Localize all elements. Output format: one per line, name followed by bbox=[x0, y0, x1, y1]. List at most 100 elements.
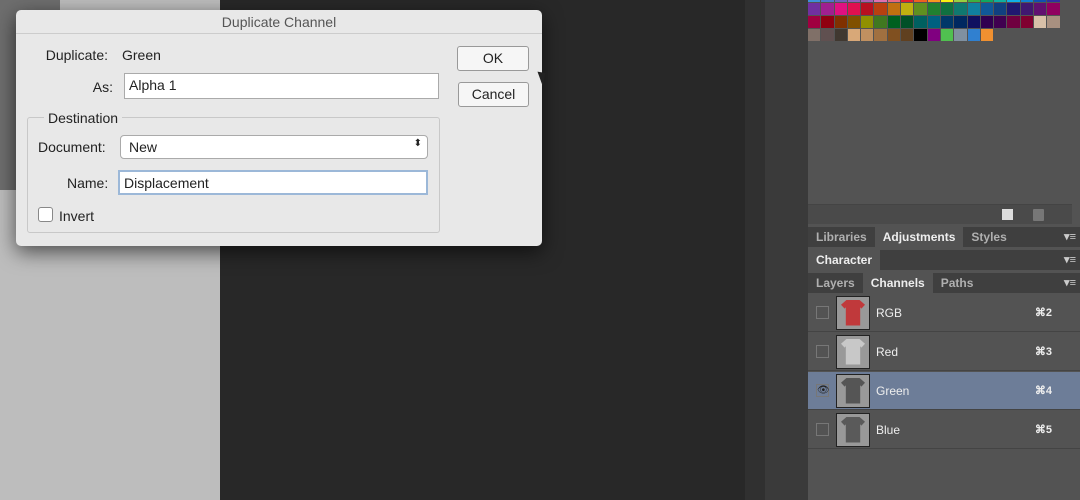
swatch[interactable] bbox=[1007, 3, 1020, 15]
channel-row-rgb[interactable]: RGB ⌘2 bbox=[808, 294, 1080, 332]
swatch[interactable] bbox=[874, 29, 887, 41]
swatch[interactable] bbox=[821, 0, 834, 2]
swatch[interactable] bbox=[954, 0, 967, 2]
swatch[interactable] bbox=[1034, 0, 1047, 2]
swatch[interactable] bbox=[1047, 3, 1060, 15]
tab-layers[interactable]: Layers bbox=[808, 273, 863, 293]
cancel-button[interactable]: Cancel bbox=[458, 82, 529, 107]
swatch[interactable] bbox=[861, 16, 874, 28]
tab-paths[interactable]: Paths bbox=[933, 273, 982, 293]
as-input[interactable]: Alpha 1 bbox=[124, 73, 439, 99]
swatch[interactable] bbox=[927, 29, 940, 41]
swatch[interactable] bbox=[834, 3, 847, 15]
ok-button[interactable]: OK bbox=[457, 46, 529, 71]
visibility-toggle[interactable] bbox=[816, 345, 829, 358]
swatch[interactable] bbox=[1020, 16, 1034, 28]
swatch[interactable] bbox=[901, 3, 914, 15]
swatch[interactable] bbox=[901, 16, 914, 28]
swatch[interactable] bbox=[940, 29, 954, 41]
swatch[interactable] bbox=[994, 0, 1007, 2]
scrollbar[interactable] bbox=[745, 0, 765, 500]
swatch[interactable] bbox=[980, 29, 994, 41]
panel-menu-icon[interactable]: ▾≡ bbox=[1064, 253, 1076, 266]
swatch[interactable] bbox=[1034, 16, 1047, 28]
swatch[interactable] bbox=[821, 29, 834, 41]
tab-styles[interactable]: Styles bbox=[963, 227, 1014, 247]
swatch[interactable] bbox=[967, 3, 980, 15]
swatch[interactable] bbox=[927, 3, 940, 15]
swatch[interactable] bbox=[847, 29, 861, 41]
swatch[interactable] bbox=[1020, 3, 1034, 15]
swatch[interactable] bbox=[980, 3, 994, 15]
swatch[interactable] bbox=[874, 3, 887, 15]
swatch[interactable] bbox=[808, 3, 821, 15]
name-input[interactable]: Displacement bbox=[118, 170, 428, 195]
swatch[interactable] bbox=[808, 0, 821, 2]
swatch[interactable] bbox=[821, 3, 834, 15]
swatch[interactable] bbox=[834, 0, 847, 2]
swatch[interactable] bbox=[927, 0, 940, 2]
channel-row-red[interactable]: Red ⌘3 bbox=[808, 333, 1080, 371]
swatch[interactable] bbox=[901, 0, 914, 2]
swatch[interactable] bbox=[887, 29, 901, 41]
swatch[interactable] bbox=[927, 16, 940, 28]
swatch[interactable] bbox=[914, 16, 927, 28]
swatch[interactable] bbox=[914, 0, 927, 2]
swatch[interactable] bbox=[954, 3, 967, 15]
swatch[interactable] bbox=[1047, 0, 1060, 2]
swatch[interactable] bbox=[874, 0, 887, 2]
swatch[interactable] bbox=[940, 0, 954, 2]
destination-label: Destination bbox=[44, 110, 123, 126]
channel-row-blue[interactable]: Blue ⌘5 bbox=[808, 411, 1080, 449]
channel-name: Red bbox=[876, 344, 899, 359]
tab-character[interactable]: Character bbox=[808, 250, 881, 270]
tab-libraries[interactable]: Libraries bbox=[808, 227, 875, 247]
swatch[interactable] bbox=[861, 3, 874, 15]
swatch[interactable] bbox=[967, 29, 980, 41]
panel-menu-icon[interactable]: ▾≡ bbox=[1064, 276, 1076, 289]
visibility-toggle[interactable] bbox=[816, 423, 829, 436]
swatch[interactable] bbox=[967, 0, 980, 2]
swatch[interactable] bbox=[887, 16, 901, 28]
document-select[interactable]: New ⬍ bbox=[120, 135, 428, 159]
swatch[interactable] bbox=[861, 29, 874, 41]
swatch[interactable] bbox=[1007, 0, 1020, 2]
panel-menu-icon[interactable]: ▾≡ bbox=[1064, 230, 1076, 243]
swatch[interactable] bbox=[901, 29, 914, 41]
swatch[interactable] bbox=[887, 0, 901, 2]
eye-icon[interactable]: 👁 bbox=[816, 384, 830, 397]
swatch[interactable] bbox=[994, 3, 1007, 15]
new-swatch-icon[interactable] bbox=[1002, 209, 1013, 220]
swatch[interactable] bbox=[847, 0, 861, 2]
invert-checkbox[interactable] bbox=[38, 207, 53, 222]
swatch[interactable] bbox=[821, 16, 834, 28]
swatch[interactable] bbox=[980, 16, 994, 28]
swatch[interactable] bbox=[994, 16, 1007, 28]
swatch[interactable] bbox=[834, 16, 847, 28]
swatch[interactable] bbox=[940, 16, 954, 28]
swatch[interactable] bbox=[1047, 16, 1060, 28]
swatch[interactable] bbox=[861, 0, 874, 2]
tab-channels[interactable]: Channels bbox=[862, 273, 933, 293]
swatch[interactable] bbox=[954, 29, 967, 41]
swatch[interactable] bbox=[967, 16, 980, 28]
swatch[interactable] bbox=[874, 16, 887, 28]
swatch[interactable] bbox=[1007, 16, 1020, 28]
swatch[interactable] bbox=[980, 0, 994, 2]
swatch[interactable] bbox=[914, 29, 927, 41]
swatch[interactable] bbox=[847, 3, 861, 15]
swatch[interactable] bbox=[847, 16, 861, 28]
trash-icon[interactable] bbox=[1033, 209, 1044, 221]
swatch[interactable] bbox=[808, 16, 821, 28]
channel-row-green[interactable]: 👁 Green ⌘4 bbox=[808, 372, 1080, 410]
swatch[interactable] bbox=[914, 3, 927, 15]
visibility-toggle[interactable] bbox=[816, 306, 829, 319]
tab-adjustments[interactable]: Adjustments bbox=[874, 227, 964, 247]
swatch[interactable] bbox=[887, 3, 901, 15]
swatch[interactable] bbox=[834, 29, 847, 41]
swatch[interactable] bbox=[1020, 0, 1034, 2]
swatch[interactable] bbox=[808, 29, 821, 41]
swatch[interactable] bbox=[1034, 3, 1047, 15]
swatch[interactable] bbox=[954, 16, 967, 28]
swatch[interactable] bbox=[940, 3, 954, 15]
